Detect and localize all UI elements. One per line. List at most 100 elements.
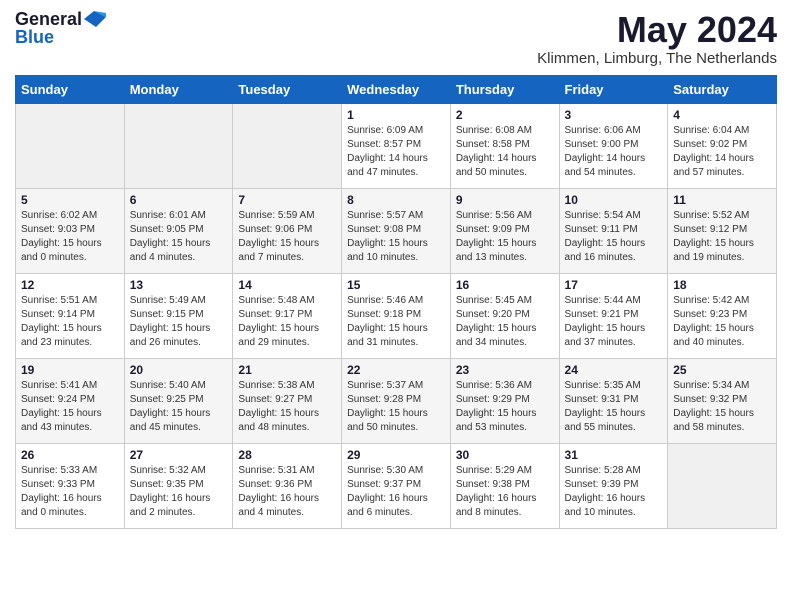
day-cell: 25Sunrise: 5:34 AM Sunset: 9:32 PM Dayli… bbox=[668, 358, 777, 443]
day-info: Sunrise: 5:36 AM Sunset: 9:29 PM Dayligh… bbox=[456, 379, 554, 435]
day-number: 29 bbox=[347, 448, 445, 462]
day-number: 19 bbox=[21, 363, 119, 377]
day-cell: 28 Sunrise: 5:31 AM Sunset: 9:36 PM Dayli… bbox=[233, 443, 342, 528]
day-info: Sunrise: 5:41 AM Sunset: 9:24 PM Dayligh… bbox=[21, 379, 119, 435]
week-row-4: 19 Sunrise: 5:41 AM Sunset: 9:24 PM Dayli… bbox=[16, 358, 777, 443]
day-cell: 30 Sunrise: 5:29 AM Sunset: 9:38 PM Dayli… bbox=[450, 443, 559, 528]
day-info: Sunrise: 5:57 AM Sunset: 9:08 PM Dayligh… bbox=[347, 209, 445, 265]
day-number: 30 bbox=[456, 448, 554, 462]
day-cell: 31Sunrise: 5:28 AM Sunset: 9:39 PM Dayli… bbox=[559, 443, 668, 528]
col-wednesday: Wednesday bbox=[342, 75, 451, 103]
day-cell: 14Sunrise: 5:48 AM Sunset: 9:17 PM Dayli… bbox=[233, 273, 342, 358]
col-friday: Friday bbox=[559, 75, 668, 103]
day-cell: 17 Sunrise: 5:44 AM Sunset: 9:21 PM Dayli… bbox=[559, 273, 668, 358]
logo-blue: Blue bbox=[15, 28, 106, 46]
page-header: General Blue May 2024 Klimmen, Limburg, … bbox=[15, 10, 777, 67]
day-cell: 3Sunrise: 6:06 AM Sunset: 9:00 PM Daylig… bbox=[559, 103, 668, 188]
day-number: 25 bbox=[673, 363, 771, 377]
day-number: 22 bbox=[347, 363, 445, 377]
day-cell: 26Sunrise: 5:33 AM Sunset: 9:33 PM Dayli… bbox=[16, 443, 125, 528]
day-cell bbox=[668, 443, 777, 528]
day-cell: 6 Sunrise: 6:01 AM Sunset: 9:05 PM Daylig… bbox=[124, 188, 233, 273]
week-row-1: 1 Sunrise: 6:09 AM Sunset: 8:57 PM Daylig… bbox=[16, 103, 777, 188]
day-info: Sunrise: 5:29 AM Sunset: 9:38 PM Dayligh… bbox=[456, 464, 554, 520]
day-info: Sunrise: 5:37 AM Sunset: 9:28 PM Dayligh… bbox=[347, 379, 445, 435]
logo-icon bbox=[84, 11, 106, 27]
day-info: Sunrise: 5:44 AM Sunset: 9:21 PM Dayligh… bbox=[565, 294, 663, 350]
day-number: 2 bbox=[456, 108, 554, 122]
day-info: Sunrise: 5:28 AM Sunset: 9:39 PM Dayligh… bbox=[565, 464, 663, 520]
day-info: Sunrise: 6:09 AM Sunset: 8:57 PM Dayligh… bbox=[347, 124, 445, 180]
day-number: 14 bbox=[238, 278, 336, 292]
day-info: Sunrise: 6:04 AM Sunset: 9:02 PM Dayligh… bbox=[673, 124, 771, 180]
header-row: Sunday Monday Tuesday Wednesday Thursday… bbox=[16, 75, 777, 103]
day-cell: 1 Sunrise: 6:09 AM Sunset: 8:57 PM Daylig… bbox=[342, 103, 451, 188]
calendar-subtitle: Klimmen, Limburg, The Netherlands bbox=[537, 50, 777, 67]
day-number: 9 bbox=[456, 193, 554, 207]
day-cell: 2 Sunrise: 6:08 AM Sunset: 8:58 PM Daylig… bbox=[450, 103, 559, 188]
week-row-3: 12 Sunrise: 5:51 AM Sunset: 9:14 PM Dayli… bbox=[16, 273, 777, 358]
day-number: 1 bbox=[347, 108, 445, 122]
day-cell: 5Sunrise: 6:02 AM Sunset: 9:03 PM Daylig… bbox=[16, 188, 125, 273]
day-cell: 15 Sunrise: 5:46 AM Sunset: 9:18 PM Dayli… bbox=[342, 273, 451, 358]
day-number: 28 bbox=[238, 448, 336, 462]
day-info: Sunrise: 5:38 AM Sunset: 9:27 PM Dayligh… bbox=[238, 379, 336, 435]
day-info: Sunrise: 5:35 AM Sunset: 9:31 PM Dayligh… bbox=[565, 379, 663, 435]
col-thursday: Thursday bbox=[450, 75, 559, 103]
week-row-2: 5Sunrise: 6:02 AM Sunset: 9:03 PM Daylig… bbox=[16, 188, 777, 273]
day-cell: 16 Sunrise: 5:45 AM Sunset: 9:20 PM Dayli… bbox=[450, 273, 559, 358]
day-info: Sunrise: 6:08 AM Sunset: 8:58 PM Dayligh… bbox=[456, 124, 554, 180]
day-number: 4 bbox=[673, 108, 771, 122]
day-cell: 23 Sunrise: 5:36 AM Sunset: 9:29 PM Dayli… bbox=[450, 358, 559, 443]
day-info: Sunrise: 5:40 AM Sunset: 9:25 PM Dayligh… bbox=[130, 379, 228, 435]
day-number: 15 bbox=[347, 278, 445, 292]
title-block: May 2024 Klimmen, Limburg, The Netherlan… bbox=[537, 10, 777, 67]
logo: General Blue bbox=[15, 10, 106, 46]
day-number: 10 bbox=[565, 193, 663, 207]
day-info: Sunrise: 5:59 AM Sunset: 9:06 PM Dayligh… bbox=[238, 209, 336, 265]
day-cell: 4 Sunrise: 6:04 AM Sunset: 9:02 PM Daylig… bbox=[668, 103, 777, 188]
col-saturday: Saturday bbox=[668, 75, 777, 103]
day-info: Sunrise: 5:46 AM Sunset: 9:18 PM Dayligh… bbox=[347, 294, 445, 350]
day-cell: 10 Sunrise: 5:54 AM Sunset: 9:11 PM Dayli… bbox=[559, 188, 668, 273]
day-number: 12 bbox=[21, 278, 119, 292]
day-cell: 8 Sunrise: 5:57 AM Sunset: 9:08 PM Daylig… bbox=[342, 188, 451, 273]
day-number: 18 bbox=[673, 278, 771, 292]
day-number: 16 bbox=[456, 278, 554, 292]
day-cell: 20Sunrise: 5:40 AM Sunset: 9:25 PM Dayli… bbox=[124, 358, 233, 443]
day-cell bbox=[124, 103, 233, 188]
day-info: Sunrise: 5:51 AM Sunset: 9:14 PM Dayligh… bbox=[21, 294, 119, 350]
day-number: 17 bbox=[565, 278, 663, 292]
day-info: Sunrise: 5:32 AM Sunset: 9:35 PM Dayligh… bbox=[130, 464, 228, 520]
day-info: Sunrise: 5:42 AM Sunset: 9:23 PM Dayligh… bbox=[673, 294, 771, 350]
day-info: Sunrise: 5:30 AM Sunset: 9:37 PM Dayligh… bbox=[347, 464, 445, 520]
day-number: 27 bbox=[130, 448, 228, 462]
day-number: 24 bbox=[565, 363, 663, 377]
day-cell: 24 Sunrise: 5:35 AM Sunset: 9:31 PM Dayli… bbox=[559, 358, 668, 443]
day-info: Sunrise: 5:52 AM Sunset: 9:12 PM Dayligh… bbox=[673, 209, 771, 265]
day-info: Sunrise: 5:54 AM Sunset: 9:11 PM Dayligh… bbox=[565, 209, 663, 265]
day-cell: 12 Sunrise: 5:51 AM Sunset: 9:14 PM Dayli… bbox=[16, 273, 125, 358]
day-info: Sunrise: 6:06 AM Sunset: 9:00 PM Dayligh… bbox=[565, 124, 663, 180]
day-cell: 13Sunrise: 5:49 AM Sunset: 9:15 PM Dayli… bbox=[124, 273, 233, 358]
logo-general: General bbox=[15, 10, 106, 28]
day-cell: 9 Sunrise: 5:56 AM Sunset: 9:09 PM Daylig… bbox=[450, 188, 559, 273]
day-cell: 22 Sunrise: 5:37 AM Sunset: 9:28 PM Dayli… bbox=[342, 358, 451, 443]
calendar-table: Sunday Monday Tuesday Wednesday Thursday… bbox=[15, 75, 777, 529]
day-number: 21 bbox=[238, 363, 336, 377]
day-cell bbox=[16, 103, 125, 188]
day-cell: 11 Sunrise: 5:52 AM Sunset: 9:12 PM Dayli… bbox=[668, 188, 777, 273]
day-info: Sunrise: 5:56 AM Sunset: 9:09 PM Dayligh… bbox=[456, 209, 554, 265]
day-number: 11 bbox=[673, 193, 771, 207]
day-number: 23 bbox=[456, 363, 554, 377]
day-cell: 27 Sunrise: 5:32 AM Sunset: 9:35 PM Dayli… bbox=[124, 443, 233, 528]
day-number: 13 bbox=[130, 278, 228, 292]
day-info: Sunrise: 6:01 AM Sunset: 9:05 PM Dayligh… bbox=[130, 209, 228, 265]
day-info: Sunrise: 5:45 AM Sunset: 9:20 PM Dayligh… bbox=[456, 294, 554, 350]
day-info: Sunrise: 5:33 AM Sunset: 9:33 PM Dayligh… bbox=[21, 464, 119, 520]
day-number: 8 bbox=[347, 193, 445, 207]
day-cell bbox=[233, 103, 342, 188]
day-number: 6 bbox=[130, 193, 228, 207]
day-info: Sunrise: 5:31 AM Sunset: 9:36 PM Dayligh… bbox=[238, 464, 336, 520]
day-cell: 21 Sunrise: 5:38 AM Sunset: 9:27 PM Dayli… bbox=[233, 358, 342, 443]
